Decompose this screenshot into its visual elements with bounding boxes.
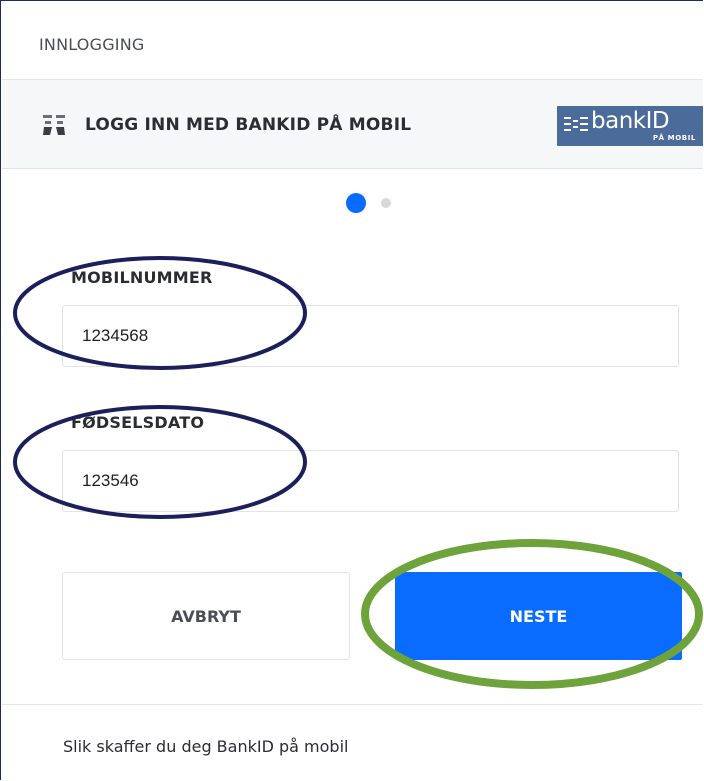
- next-button[interactable]: NESTE: [395, 572, 682, 660]
- cancel-button[interactable]: AVBRYT: [62, 572, 350, 660]
- panel-header: INNLOGGING: [2, 1, 703, 80]
- phone-label: MOBILNUMMER: [71, 268, 213, 287]
- bankid-logo: bankID PÅ MOBIL: [557, 106, 703, 146]
- bankid-mark-icon: [564, 117, 588, 131]
- birthdate-input[interactable]: [62, 450, 679, 512]
- phone-input[interactable]: [62, 305, 679, 367]
- footer-divider: [2, 704, 703, 705]
- bankid-mobile-icon: [43, 115, 65, 135]
- bankid-logo-subtitle: PÅ MOBIL: [652, 134, 696, 142]
- login-method-bar: LOGG INN MED BANKID PÅ MOBIL bankID PÅ M…: [2, 80, 703, 169]
- panel-title: INNLOGGING: [39, 35, 145, 54]
- birthdate-label: FØDSELSDATO: [71, 413, 205, 432]
- login-method-label: LOGG INN MED BANKID PÅ MOBIL: [85, 115, 412, 135]
- bankid-logo-word: bankID: [591, 108, 670, 134]
- get-bankid-help-link[interactable]: Slik skaffer du deg BankID på mobil: [63, 737, 348, 756]
- step-dot-active: [346, 193, 366, 213]
- step-indicator: [346, 193, 406, 213]
- login-panel: INNLOGGING LOGG INN MED BANKID PÅ MOBIL: [0, 0, 703, 780]
- step-dot-inactive: [381, 198, 391, 208]
